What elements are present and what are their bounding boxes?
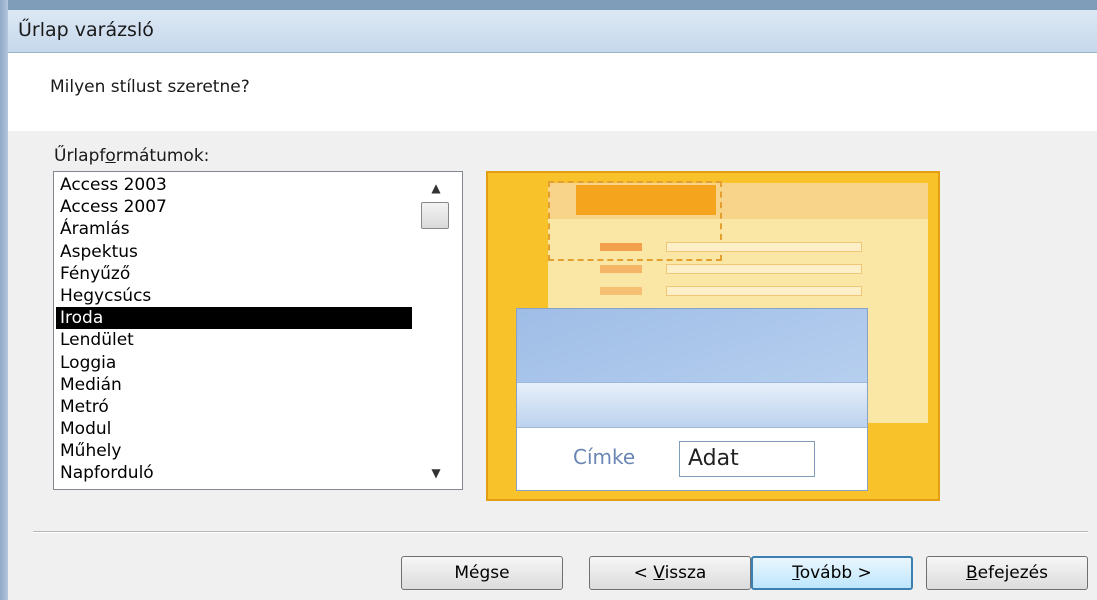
preview-row-label (600, 287, 642, 295)
preview-card-band (517, 382, 867, 428)
form-formats-label: Űrlapformátumok: (54, 146, 210, 166)
preview-card: Címke Adat (516, 308, 868, 491)
title-bar[interactable]: Űrlap varázsló (8, 10, 1097, 53)
listbox-items: Access 2003 Access 2007 Áramlás Aspektus Fén… (56, 174, 412, 485)
preview-row-label (600, 265, 642, 273)
scroll-up-arrow-icon[interactable]: ▲ (414, 176, 458, 200)
scroll-down-arrow-icon[interactable]: ▼ (414, 461, 458, 485)
scroll-thumb[interactable] (421, 202, 449, 229)
form-wizard-window: Űrlap varázsló Milyen stílust szeretne? … (0, 0, 1097, 600)
cancel-button[interactable]: Mégse (401, 556, 563, 590)
next-button[interactable]: Tovább > (751, 556, 913, 590)
preview-row-field (666, 242, 862, 252)
list-item[interactable]: Modul (56, 418, 412, 440)
list-item-selected[interactable]: Iroda (56, 307, 412, 330)
preview-row-field (666, 286, 862, 296)
list-item[interactable]: Áramlás (56, 218, 412, 240)
finish-button[interactable]: Befejezés (926, 556, 1088, 590)
list-item[interactable]: Műhely (56, 440, 412, 462)
preview-row-field (666, 264, 862, 274)
preview-field: Adat (679, 441, 815, 477)
list-item[interactable]: Lendület (56, 329, 412, 351)
footer-separator (33, 531, 1088, 533)
dialog-client-area: Milyen stílust szeretne? Űrlapformátumok… (8, 53, 1097, 600)
list-item[interactable]: Metró (56, 396, 412, 418)
window-left-border (0, 0, 8, 600)
wizard-header: Milyen stílust szeretne? (8, 53, 1097, 131)
preview-card-header (517, 309, 867, 382)
list-item[interactable]: Access 2003 (56, 174, 412, 196)
list-item[interactable]: Aspektus (56, 241, 412, 263)
style-preview: Címke Adat (486, 171, 940, 501)
preview-label: Címke (573, 445, 636, 469)
back-button[interactable]: < Vissza (589, 556, 751, 590)
window-title: Űrlap varázsló (18, 19, 154, 41)
listbox-scrollbar[interactable]: ▲ ▼ (414, 172, 458, 489)
form-formats-listbox[interactable]: Access 2003 Access 2007 Áramlás Aspektus Fén… (53, 171, 463, 490)
list-item[interactable]: Napforduló (56, 462, 412, 484)
list-item[interactable]: Fényűző (56, 263, 412, 285)
wizard-question: Milyen stílust szeretne? (50, 77, 250, 97)
list-item[interactable]: Hegycsúcs (56, 285, 412, 307)
list-item[interactable]: Medián (56, 374, 412, 396)
list-item[interactable]: Loggia (56, 352, 412, 374)
preview-row-label (600, 243, 642, 251)
list-item[interactable]: Access 2007 (56, 196, 412, 218)
